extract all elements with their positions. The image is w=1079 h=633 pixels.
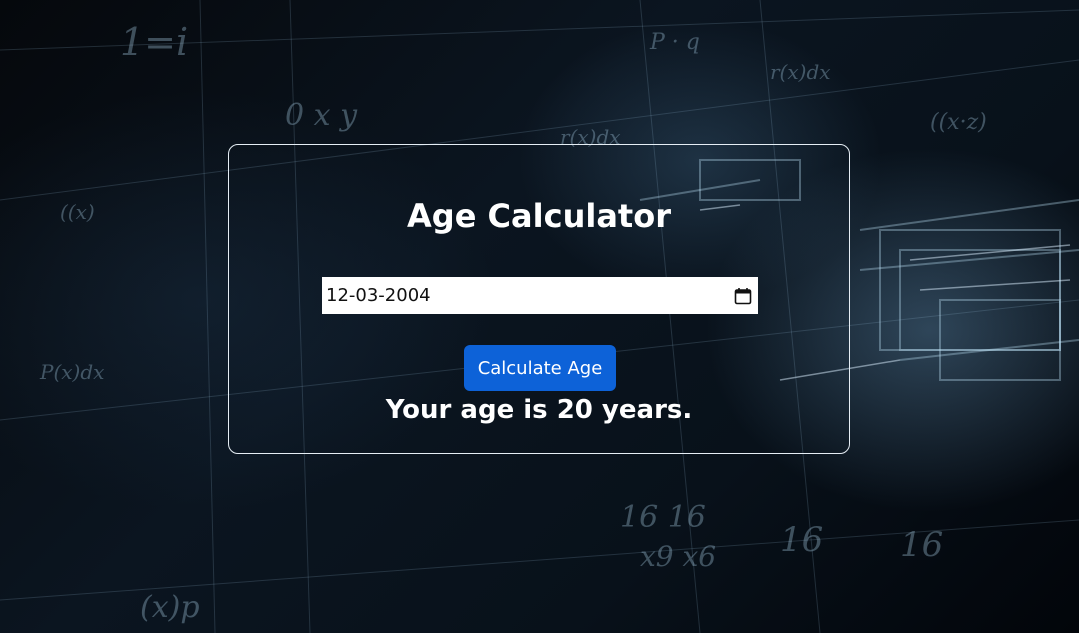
bg-formula: 1=i: [120, 20, 189, 64]
calendar-icon[interactable]: [732, 277, 754, 314]
page-title: Age Calculator: [407, 197, 671, 235]
bg-formula: P · q: [650, 30, 700, 55]
calculate-age-button[interactable]: Calculate Age: [464, 345, 616, 391]
birthdate-value: 12-03-2004: [326, 285, 431, 306]
bg-formula: x9 x6: [640, 540, 717, 573]
birthdate-input[interactable]: 12-03-2004: [322, 277, 758, 314]
age-result: Your age is 20 years.: [385, 395, 693, 425]
bg-formula: ((x·z): [930, 110, 987, 135]
bg-formula: 0 x y: [285, 98, 358, 133]
bg-formula: P(x)dx: [40, 360, 105, 384]
bg-formula: 16 16: [620, 500, 706, 535]
bg-formula: r(x)dx: [770, 60, 831, 84]
bg-formula: ((x): [60, 200, 95, 224]
bg-formula: 16: [900, 525, 944, 565]
bg-formula: 16: [780, 520, 824, 560]
bg-formula: (x)p: [140, 590, 200, 625]
calculator-card: Age Calculator 12-03-2004 Calculate Age …: [228, 144, 850, 454]
